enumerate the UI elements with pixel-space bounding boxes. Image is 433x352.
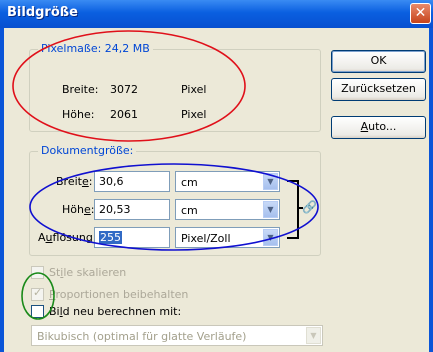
window-frame-right [429, 28, 433, 352]
resolution-value: 255 [99, 231, 122, 244]
scale-styles-checkbox[interactable] [31, 266, 44, 279]
close-icon: ✕ [414, 5, 427, 21]
ok-button[interactable]: OK [331, 50, 426, 73]
ok-button-label: OK [370, 54, 387, 67]
constrain-proportions-checkbox[interactable]: ✓ [31, 286, 44, 301]
checkmark-icon: ✓ [33, 286, 43, 299]
title-bar: Bildgröße ✕ [0, 0, 433, 28]
doc-height-value: 20,53 [99, 203, 131, 216]
pixel-height-unit: Pixel [181, 108, 207, 121]
chevron-down-icon[interactable]: ▼ [263, 229, 278, 246]
pixel-width-value: 3072 [110, 83, 138, 96]
chevron-down-icon[interactable]: ▼ [306, 327, 321, 344]
doc-width-unit-select[interactable]: cm ▼ [175, 171, 280, 192]
chevron-down-icon[interactable]: ▼ [263, 173, 278, 190]
resample-method-select[interactable]: Bikubisch (optimal für glatte Verläufe) … [31, 325, 323, 346]
close-button[interactable]: ✕ [410, 3, 431, 24]
scale-styles-label: Stile skalieren [49, 266, 127, 279]
doc-width-input[interactable]: 30,6 [94, 171, 170, 192]
resolution-input[interactable]: 255 [94, 227, 170, 248]
reset-button[interactable]: Zurücksetzen [331, 78, 426, 101]
resample-label: Bild neu berechnen mit: [49, 305, 182, 318]
doc-height-unit-select[interactable]: cm ▼ [175, 199, 280, 220]
auto-button[interactable]: Auto... [331, 116, 426, 139]
resample-checkbox[interactable] [31, 305, 44, 318]
auto-button-label: Auto... [360, 120, 397, 133]
chain-link-icon: 🔗 [302, 200, 317, 214]
pixel-width-unit: Pixel [181, 83, 207, 96]
pixel-height-label: Höhe: [62, 108, 95, 121]
resolution-unit-value: Pixel/Zoll [181, 232, 231, 245]
resolution-unit-select[interactable]: Pixel/Zoll ▼ [175, 227, 280, 248]
doc-height-unit-value: cm [181, 204, 198, 217]
doc-width-unit-value: cm [181, 176, 198, 189]
resample-method-value: Bikubisch (optimal für glatte Verläufe) [37, 330, 247, 343]
pixel-width-label: Breite: [62, 83, 99, 96]
constrain-bracket [287, 180, 299, 239]
document-size-title: Dokumentgröße: [38, 144, 137, 157]
doc-width-label: Breite: [56, 175, 93, 188]
doc-height-label: Höhe: [62, 203, 95, 216]
pixel-height-value: 2061 [110, 108, 138, 121]
chevron-down-icon[interactable]: ▼ [263, 201, 278, 218]
resolution-label: Auflösung: [38, 231, 97, 244]
window-frame-left [0, 28, 4, 352]
reset-button-label: Zurücksetzen [341, 82, 416, 95]
doc-height-input[interactable]: 20,53 [94, 199, 170, 220]
doc-width-value: 30,6 [99, 175, 124, 188]
pixel-dimensions-title: Pixelmaße: 24,2 MB [38, 42, 153, 55]
constrain-proportions-label: Proportionen beibehalten [49, 288, 189, 301]
window-title: Bildgröße [7, 5, 78, 20]
